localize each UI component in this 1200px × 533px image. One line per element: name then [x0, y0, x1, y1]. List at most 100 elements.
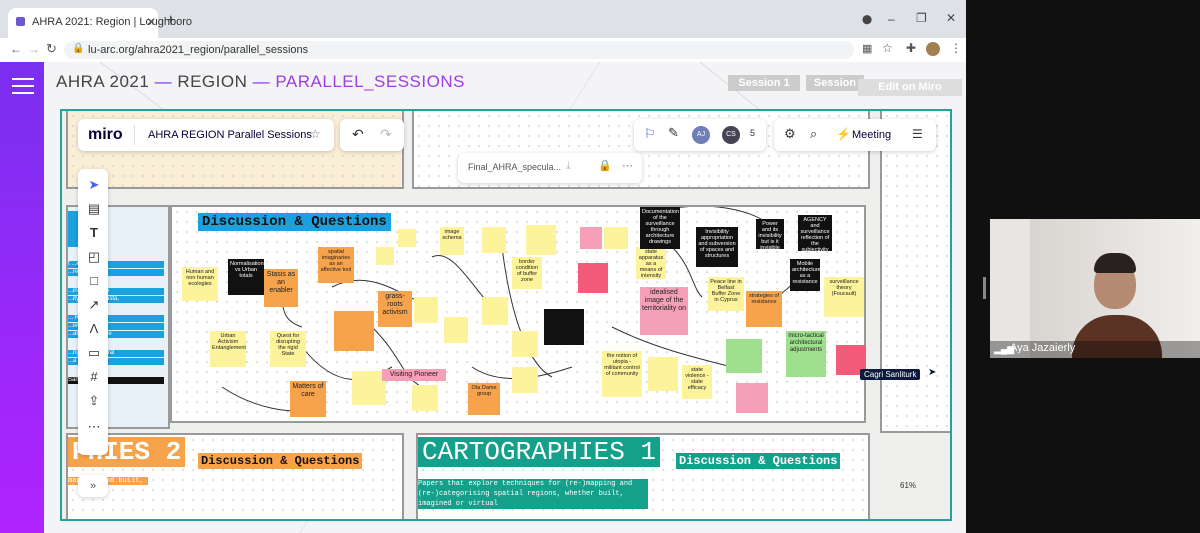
note-peace[interactable]: Peace line in Belfast Buffer Zone in Cyp… — [708, 277, 744, 311]
crumb-ahra[interactable]: AHRA 2021 — [56, 72, 149, 91]
maximize-icon[interactable]: ❐ — [916, 11, 927, 25]
note-urban[interactable]: Urban Activism Entanglement — [210, 331, 246, 367]
note-normalisation[interactable]: Normalisation vs Urban totals — [228, 259, 264, 295]
browser-tab[interactable]: AHRA 2021: Region | Loughboro ✕ — [8, 8, 192, 38]
file-card[interactable]: Final_AHRA_specula... ⤓ 🔒 ⋯ — [458, 153, 642, 183]
note-state2[interactable]: state violence - state efficacy — [682, 365, 712, 399]
edit-on-miro-button[interactable]: Edit on Miro — [858, 79, 962, 96]
note-pink-a[interactable] — [580, 227, 602, 249]
qr-icon[interactable]: ▦ — [862, 42, 872, 55]
split-handle[interactable] — [983, 277, 986, 299]
note-strategies[interactable]: strategies of resistance — [746, 291, 782, 327]
note-red-a[interactable] — [578, 263, 608, 293]
star-board-icon[interactable]: ☆ — [310, 127, 321, 141]
shape-tool-icon[interactable]: □ — [86, 273, 102, 288]
note-yellow-k[interactable] — [648, 357, 678, 391]
download-icon[interactable]: ⤓ — [566, 160, 571, 173]
miro-embed[interactable]: t ...ent impacts ...resistance. ...ing t… — [60, 109, 952, 521]
note-pink-b[interactable] — [736, 383, 768, 413]
new-tab-icon[interactable]: + — [166, 12, 175, 30]
note-yellow-g[interactable] — [512, 331, 538, 357]
more-tools-icon[interactable]: ⋯ — [86, 419, 102, 435]
note-mobile[interactable]: Mobile architecture as a resistance — [790, 259, 820, 291]
note-doc[interactable]: Documentation of the surveillance throug… — [640, 207, 680, 249]
extensions-icon[interactable]: ✚ — [906, 41, 916, 55]
note-small-2[interactable] — [398, 229, 416, 247]
undo-icon[interactable]: ↶ — [352, 126, 364, 143]
meeting-bolt-icon[interactable]: ⚡ — [836, 127, 851, 141]
collaborator-avatar-2[interactable]: CS — [722, 126, 740, 144]
collaborator-avatar-1[interactable]: AJ — [692, 126, 710, 144]
note-idealised[interactable]: idealised image of the territoriality on — [640, 287, 688, 335]
note-yellow-j[interactable] — [604, 227, 628, 249]
note-image[interactable]: image schema — [440, 227, 464, 255]
board-menu-icon[interactable]: ☰ — [912, 127, 923, 141]
note-ota[interactable]: Ota Dame group — [468, 383, 500, 415]
select-tool-icon[interactable]: ➤ — [86, 177, 102, 193]
reload-icon[interactable]: ↻ — [46, 41, 57, 57]
redo-icon[interactable]: ↷ — [380, 126, 392, 143]
session-2-button[interactable]: Session — [806, 75, 864, 91]
upload-tool-icon[interactable]: ⇪ — [86, 393, 102, 409]
note-yellow-a[interactable] — [352, 371, 386, 405]
close-tab-icon[interactable]: ✕ — [146, 15, 156, 29]
note-utopia[interactable]: the notion of utopia - militant control … — [602, 351, 642, 397]
frame-tool-icon[interactable]: ▤ — [86, 201, 102, 217]
miro-logo[interactable]: miro — [88, 126, 123, 144]
forward-icon[interactable]: → — [28, 42, 40, 56]
crop-tool-icon[interactable]: # — [86, 369, 102, 384]
note-agency[interactable]: AGENCY and surveillance reflection of th… — [798, 215, 832, 251]
note-yellow-e[interactable] — [482, 227, 506, 253]
collaborator-count[interactable]: 5 — [750, 128, 755, 138]
reactions-icon[interactable]: ⚐ — [644, 126, 656, 142]
lock-file-icon[interactable]: 🔒 — [598, 159, 612, 172]
crumb-region[interactable]: REGION — [177, 72, 247, 91]
note-yellow-f[interactable] — [482, 297, 508, 325]
session-1-button[interactable]: Session 1 — [728, 75, 800, 91]
comment-tool-icon[interactable]: ▭ — [86, 345, 102, 361]
note-state[interactable]: state apparatus as a means of intensity — [636, 247, 666, 279]
close-window-icon[interactable]: ✕ — [946, 11, 956, 25]
note-spatial[interactable]: spatial imaginaries as an affective tool — [318, 247, 354, 283]
address-bar[interactable]: 🔒 lu-arc.org/ahra2021_region/parallel_se… — [64, 41, 854, 59]
search-icon[interactable]: ⌕ — [810, 126, 817, 142]
sticky-note-tool-icon[interactable]: ◰ — [86, 249, 102, 265]
crumb-parallel-sessions[interactable]: PARALLEL_SESSIONS — [275, 72, 465, 91]
note-yellow-i[interactable] — [526, 225, 556, 255]
connector-tool-icon[interactable]: ↗ — [86, 297, 102, 313]
hamburger-menu-icon[interactable] — [0, 74, 44, 98]
note-small-1[interactable] — [376, 247, 394, 265]
note-yellow-b[interactable] — [412, 385, 438, 411]
note-orange-2[interactable] — [334, 311, 374, 351]
profile-avatar[interactable] — [926, 42, 940, 56]
note-stasis[interactable]: Stasis as an enabler — [264, 269, 298, 307]
note-micro[interactable]: micro-tactical architectural adjustments — [786, 331, 826, 377]
expand-panel-button[interactable]: » — [78, 475, 108, 497]
meeting-button[interactable]: Meeting — [852, 129, 891, 141]
back-icon[interactable]: ← — [10, 42, 22, 56]
celebrate-icon[interactable]: ✎ — [668, 125, 679, 141]
pen-tool-icon[interactable]: Λ — [86, 321, 102, 336]
menu-icon[interactable]: ⋮ — [950, 41, 962, 55]
note-power[interactable]: Power and its invisibility but is it inv… — [756, 219, 784, 249]
note-green-a[interactable] — [726, 339, 762, 373]
more-options-icon[interactable]: ⋯ — [622, 159, 633, 172]
tab-search-icon[interactable]: ⬤ — [862, 14, 872, 25]
zoom-level[interactable]: 61% — [900, 481, 916, 490]
minimize-icon[interactable]: – — [888, 12, 895, 26]
note-border[interactable]: border condition of buffer zone — [512, 257, 542, 289]
visiting-pioneer-label[interactable]: Visiting Pioneer — [382, 369, 446, 381]
settings-sliders-icon[interactable]: ⚙ — [784, 126, 796, 142]
text-tool-icon[interactable]: T — [86, 225, 102, 240]
note-invisibility[interactable]: Invisibility appropriation and subversio… — [696, 227, 738, 267]
note-grass[interactable]: grass-roots activism — [378, 291, 412, 327]
star-icon[interactable]: ☆ — [882, 41, 893, 55]
note-human[interactable]: Human and non human ecologies — [182, 267, 218, 301]
note-matters[interactable]: Matters of care — [290, 381, 326, 417]
note-quest[interactable]: Quest for disrupting the rigid State — [270, 331, 306, 367]
note-yellow-h[interactable] — [512, 367, 538, 393]
board-title[interactable]: AHRA REGION Parallel Sessions — [148, 129, 312, 141]
note-black-a[interactable] — [544, 309, 584, 345]
note-yellow-c[interactable] — [414, 297, 438, 323]
note-surveillance[interactable]: surveillance theory (Foucault) — [824, 277, 864, 317]
